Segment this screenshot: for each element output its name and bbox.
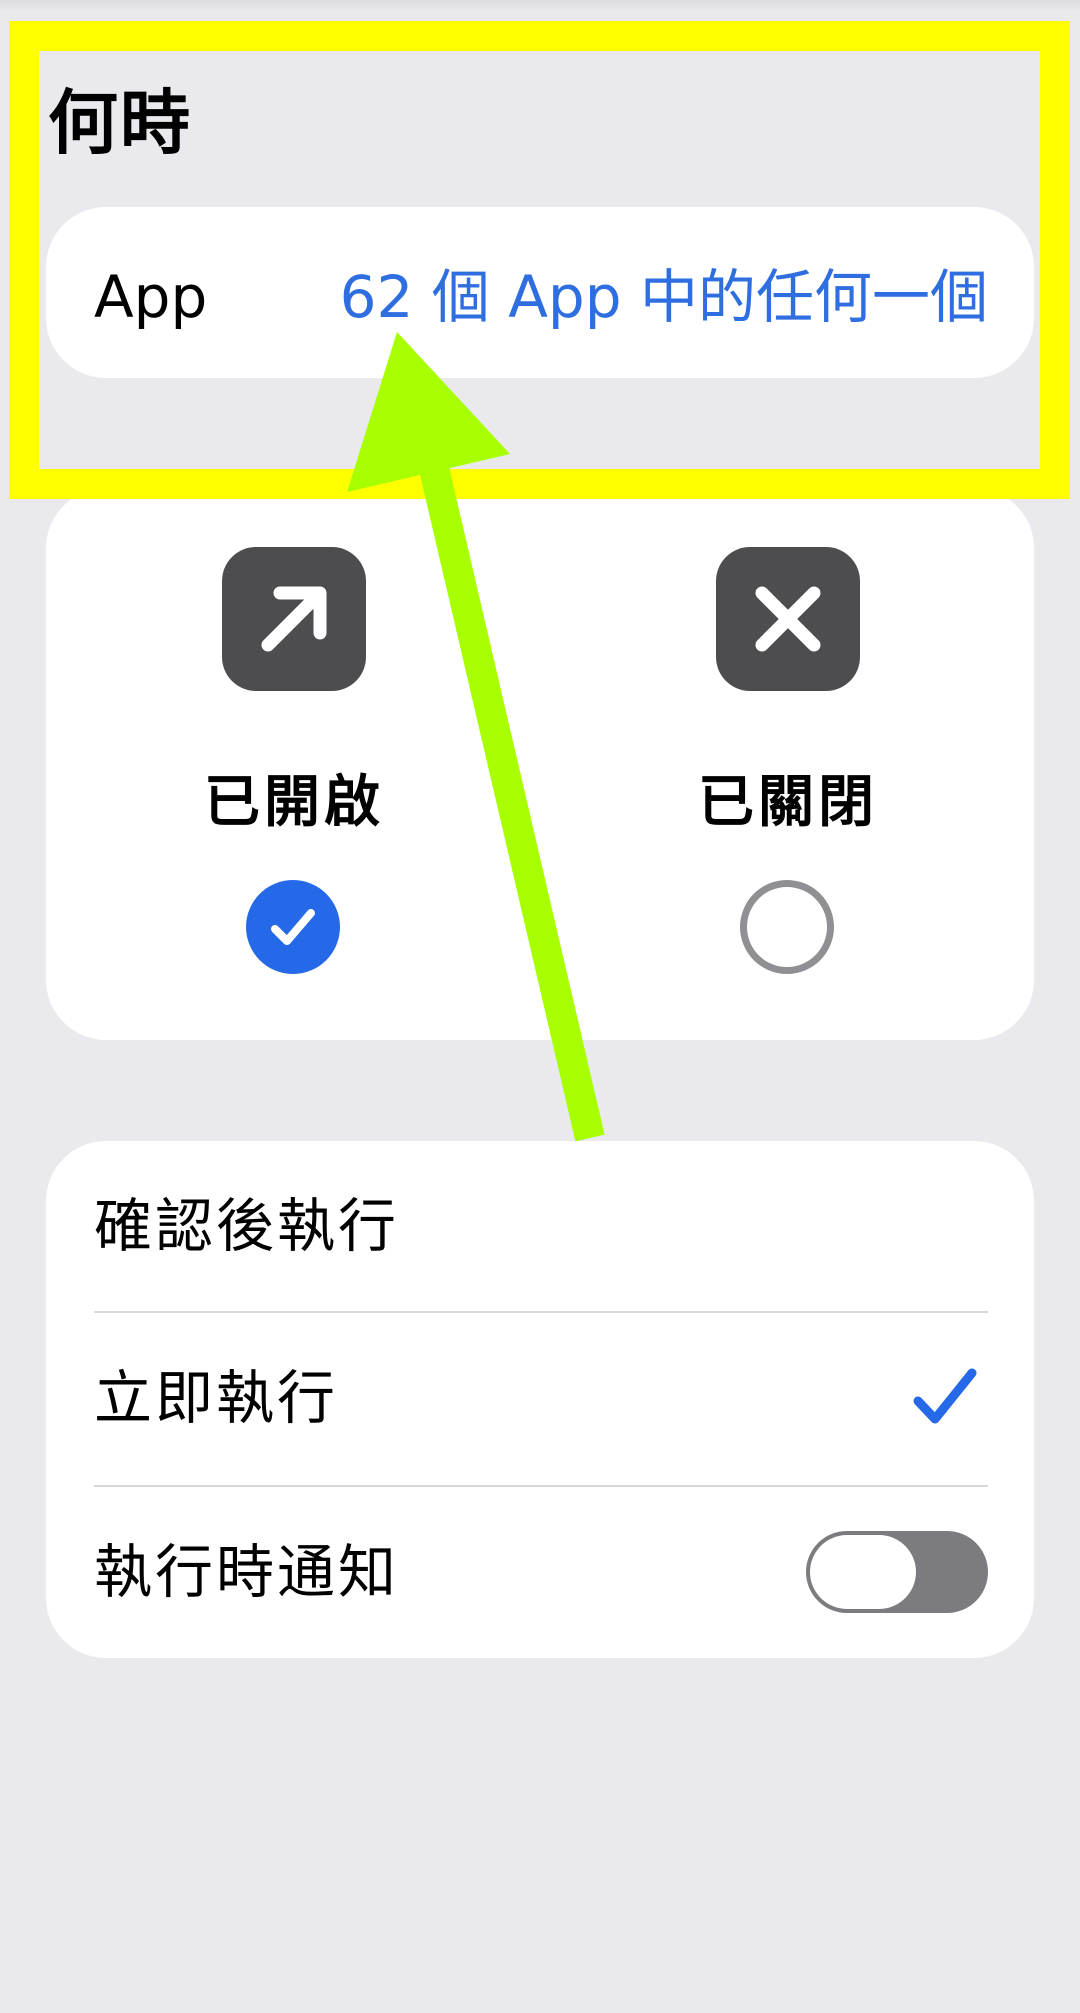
state-opened-radio[interactable] <box>246 880 340 974</box>
app-row-value[interactable]: 62 個 App 中的任何一個 <box>340 262 988 332</box>
xmark-icon[interactable] <box>716 547 860 691</box>
row-run-after-confirm-label: 確認後執行 <box>94 1192 400 1260</box>
row-run-immediately-label: 立即執行 <box>94 1364 339 1432</box>
state-closed-radio[interactable] <box>740 880 834 974</box>
toggle-knob <box>810 1535 916 1609</box>
app-row-label: App <box>94 263 208 331</box>
checkmark-icon <box>910 1363 980 1433</box>
row-notify-when-run-label: 執行時通知 <box>94 1538 400 1606</box>
section-title: 何時 <box>48 82 192 164</box>
row-notify-when-run: 執行時通知 <box>94 1487 988 1657</box>
arrow-up-right-icon[interactable] <box>222 547 366 691</box>
run-options-card: 確認後執行 立即執行 執行時通知 <box>46 1141 1034 1658</box>
state-closed-label: 已關閉 <box>698 770 878 835</box>
row-run-after-confirm[interactable]: 確認後執行 <box>94 1141 988 1311</box>
top-shadow <box>0 0 1080 12</box>
app-state-card: 已開啟 已關閉 <box>46 488 1034 1040</box>
state-opened-label: 已開啟 <box>204 770 384 835</box>
app-row[interactable]: App 62 個 App 中的任何一個 <box>46 207 1034 378</box>
row-run-immediately[interactable]: 立即執行 <box>94 1313 988 1483</box>
notify-toggle[interactable] <box>806 1531 988 1613</box>
